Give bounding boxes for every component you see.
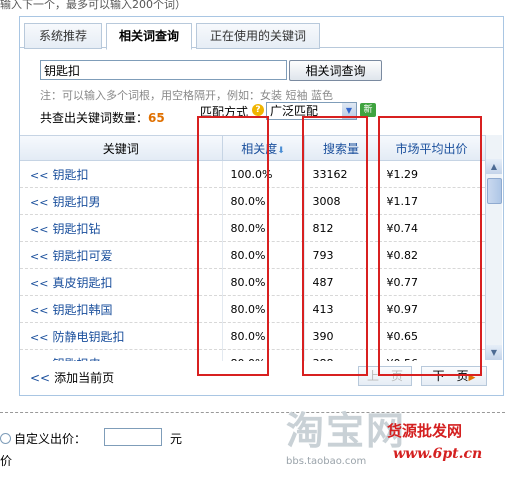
- highlight-box-relevance: [197, 116, 269, 376]
- keyword-count-value: 65: [148, 111, 165, 125]
- custom-bid-option[interactable]: 自定义出价：: [0, 430, 86, 447]
- watermark-url: bbs.taobao.com: [286, 456, 367, 467]
- keyword-cell[interactable]: << 防静电钥匙扣: [20, 322, 223, 350]
- tab-system-recommend[interactable]: 系统推荐: [24, 23, 102, 49]
- keyword-cell[interactable]: << 钥匙扣可爱: [20, 241, 223, 269]
- top-instruction-note: 输入下一个，最多可以输入200个词）: [0, 0, 186, 11]
- watermark-site-name: 货源批发网: [387, 422, 463, 440]
- input-hint: 注：可以输入多个词根，用空格隔开，例如：女装 短袖 蓝色: [40, 89, 333, 102]
- tab-related-search[interactable]: 相关词查询: [106, 23, 192, 50]
- scrollbar-thumb[interactable]: [487, 178, 502, 204]
- sort-desc-icon[interactable]: ⬇: [277, 146, 285, 156]
- keyword-text[interactable]: 钥匙扣: [52, 168, 88, 182]
- watermark-site-url: www.6pt.cn: [393, 446, 483, 462]
- scroll-up-icon[interactable]: ▲: [486, 159, 502, 174]
- add-keyword-icon[interactable]: <<: [30, 250, 48, 263]
- add-keyword-icon[interactable]: <<: [30, 223, 48, 236]
- keyword-cell[interactable]: << 钥匙扣钻: [20, 214, 223, 242]
- add-arrow-icon: <<: [30, 371, 51, 385]
- custom-bid-label: 自定义出价：: [14, 432, 87, 446]
- keyword-text[interactable]: 钥匙扣韩国: [52, 303, 112, 317]
- add-current-page-label: 添加当前页: [54, 371, 115, 385]
- keyword-count: 共查出关键词数量：65: [40, 109, 165, 126]
- keyword-cell[interactable]: << 钥匙扣: [20, 160, 223, 188]
- keyword-text[interactable]: 防静电钥匙扣: [52, 330, 124, 344]
- keyword-text[interactable]: 钥匙扣皮: [52, 357, 100, 362]
- keyword-cell[interactable]: << 真皮钥匙扣: [20, 268, 223, 296]
- highlight-box-volume: [302, 116, 368, 376]
- custom-bid-radio[interactable]: [0, 433, 11, 444]
- help-icon[interactable]: ?: [252, 104, 264, 116]
- add-current-page-link[interactable]: << 添加当前页: [30, 369, 114, 386]
- column-header-keyword[interactable]: 关键词: [20, 136, 223, 161]
- add-keyword-icon[interactable]: <<: [30, 358, 48, 362]
- add-keyword-icon[interactable]: <<: [30, 196, 48, 209]
- keyword-cell[interactable]: << 钥匙扣男: [20, 187, 223, 215]
- price-label: 价: [0, 454, 13, 468]
- custom-bid-input[interactable]: [104, 428, 162, 446]
- tab-keywords-in-use[interactable]: 正在使用的关键词: [196, 23, 320, 49]
- add-keyword-icon[interactable]: <<: [30, 169, 48, 182]
- section-divider: [0, 412, 505, 413]
- add-keyword-icon[interactable]: <<: [30, 304, 48, 317]
- add-keyword-icon[interactable]: <<: [30, 331, 48, 344]
- new-badge-icon: 新: [360, 103, 376, 117]
- bid-unit: 元: [170, 432, 183, 446]
- add-keyword-icon[interactable]: <<: [30, 277, 48, 290]
- keyword-text[interactable]: 真皮钥匙扣: [52, 276, 112, 290]
- scroll-down-icon[interactable]: ▼: [486, 345, 502, 360]
- keyword-text[interactable]: 钥匙扣可爱: [52, 249, 112, 263]
- keyword-text[interactable]: 钥匙扣钻: [52, 222, 100, 236]
- keyword-search-input[interactable]: [40, 60, 287, 80]
- keyword-cell[interactable]: << 钥匙扣韩国: [20, 295, 223, 323]
- related-search-button[interactable]: 相关词查询: [289, 60, 382, 81]
- keyword-count-label: 共查出关键词数量：: [40, 111, 149, 125]
- keyword-text[interactable]: 钥匙扣男: [52, 195, 100, 209]
- highlight-box-price: [378, 116, 482, 376]
- table-scrollbar[interactable]: ▲ ▼: [485, 135, 502, 360]
- keyword-cell[interactable]: << 钥匙扣皮: [20, 349, 223, 362]
